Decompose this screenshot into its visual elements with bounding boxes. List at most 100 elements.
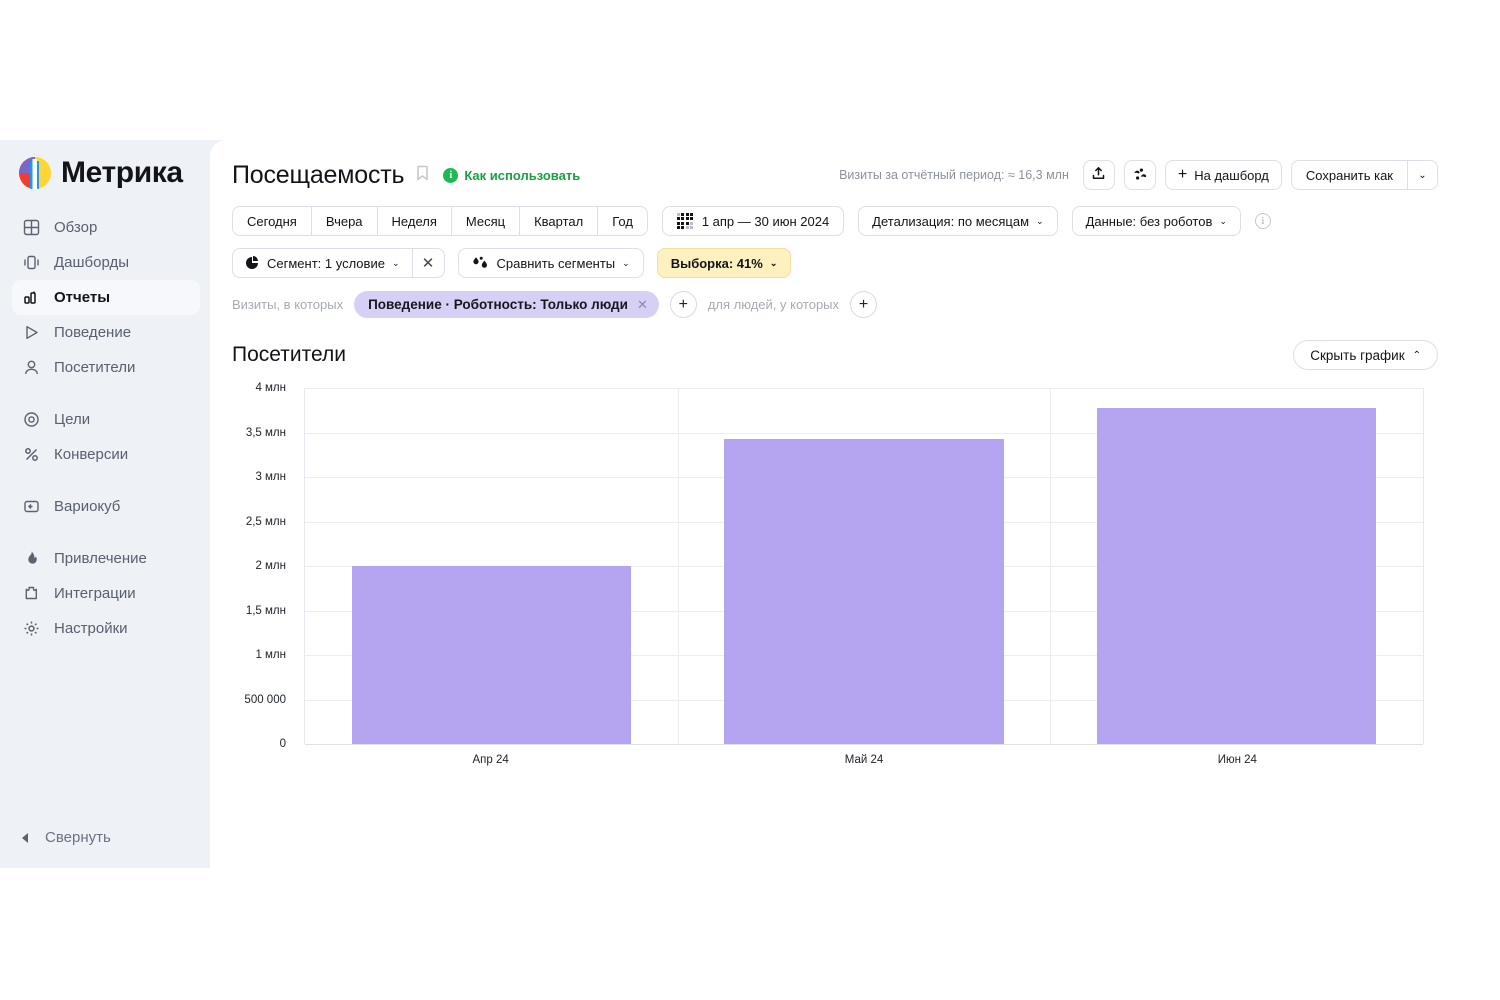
save-as-label: Сохранить как: [1306, 168, 1393, 183]
save-as-group: Сохранить как ⌄: [1291, 160, 1438, 190]
sidebar-item-label: Привлечение: [54, 550, 147, 567]
title-row: Посещаемость i Как использовать Визиты з…: [232, 158, 1438, 192]
date-preset-quarter[interactable]: Квартал: [519, 206, 597, 236]
save-as-button[interactable]: Сохранить как: [1291, 160, 1407, 190]
chevron-down-icon: ⌄: [1219, 217, 1227, 226]
condition-chip-label: Поведение · Роботность: Только люди: [368, 297, 628, 312]
filters-row: Сегодня Вчера Неделя Месяц Квартал Год 1…: [232, 206, 1438, 236]
sidebar-item-label: Дашборды: [54, 254, 129, 271]
date-range-label: 1 апр — 30 июн 2024: [702, 214, 829, 229]
y-axis-tick-label: 1 млн: [255, 649, 286, 661]
compare-button[interactable]: [1124, 160, 1156, 190]
play-icon: [22, 323, 41, 342]
compare-segments-button[interactable]: Сравнить сегменты ⌄: [458, 248, 644, 278]
date-preset-yesterday[interactable]: Вчера: [311, 206, 377, 236]
sidebar-item-label: Отчеты: [54, 289, 110, 306]
header-actions: Визиты за отчётный период: ≈ 16,3 млн: [839, 160, 1438, 190]
grid-icon: [22, 218, 41, 237]
category-separator: [678, 388, 679, 744]
hide-chart-button[interactable]: Скрыть график ⌃: [1293, 340, 1438, 370]
conditions-row: Визиты, в которых Поведение · Роботность…: [232, 291, 1438, 318]
calendar-icon: [677, 213, 693, 229]
sidebar-item-obzor[interactable]: Обзор: [12, 210, 200, 245]
compare-segments-icon: [472, 256, 489, 270]
chevron-down-icon: ⌄: [622, 259, 630, 268]
bookmark-icon[interactable]: [416, 165, 429, 187]
reports-icon: [22, 288, 41, 307]
app-window: Метрика Обзор Дашборды: [0, 140, 1460, 868]
close-icon[interactable]: ✕: [637, 297, 648, 313]
y-axis-tick-label: 3,5 млн: [246, 427, 286, 439]
y-axis-tick-label: 2 млн: [255, 560, 286, 572]
chart-container: 4 млн3,5 млн3 млн2,5 млн2 млн1,5 млн1 мл…: [232, 388, 1438, 768]
segment-clear-button[interactable]: ✕: [412, 248, 445, 278]
date-preset-label: Год: [612, 214, 633, 229]
metrika-logo-icon: [18, 156, 52, 190]
sidebar: Метрика Обзор Дашборды: [0, 140, 210, 868]
bar[interactable]: [1097, 408, 1377, 744]
date-preset-label: Сегодня: [247, 214, 297, 229]
export-button[interactable]: [1083, 160, 1115, 190]
segment-label: Сегмент: 1 условие: [267, 256, 385, 271]
sidebar-item-conversions[interactable]: Конверсии: [12, 437, 200, 472]
how-to-use-link[interactable]: i Как использовать: [443, 168, 580, 183]
category-separator: [1050, 388, 1051, 744]
sidebar-divider: [0, 472, 210, 489]
sidebar-item-label: Конверсии: [54, 446, 128, 463]
data-dropdown[interactable]: Данные: без роботов ⌄: [1072, 206, 1241, 236]
sidebar-item-label: Посетители: [54, 359, 135, 376]
date-preset-month[interactable]: Месяц: [451, 206, 519, 236]
info-icon[interactable]: i: [1255, 213, 1271, 229]
date-preset-year[interactable]: Год: [597, 206, 648, 236]
data-label: Данные: без роботов: [1086, 214, 1213, 229]
x-axis-tick-label: Май 24: [845, 754, 884, 766]
sidebar-item-goals[interactable]: Цели: [12, 402, 200, 437]
y-axis-tick-label: 4 млн: [255, 382, 286, 394]
sampling-label: Выборка: 41%: [671, 256, 763, 271]
date-preset-week[interactable]: Неделя: [377, 206, 451, 236]
sidebar-item-visitors[interactable]: Посетители: [12, 350, 200, 385]
sidebar-item-dashboards[interactable]: Дашборды: [12, 245, 200, 280]
add-people-condition-button[interactable]: +: [850, 291, 877, 318]
sidebar-item-settings[interactable]: Настройки: [12, 611, 200, 646]
detail-dropdown[interactable]: Детализация: по месяцам ⌄: [858, 206, 1057, 236]
bar[interactable]: [352, 566, 632, 744]
conditions-middle-label: для людей, у которых: [708, 297, 839, 312]
close-icon: ✕: [422, 254, 435, 272]
info-icon: i: [443, 168, 458, 183]
sidebar-item-reports[interactable]: Отчеты: [12, 280, 200, 315]
chart-header: Посетители Скрыть график ⌃: [232, 340, 1438, 370]
chevron-down-icon: ⌄: [392, 259, 400, 268]
y-axis-tick-label: 1,5 млн: [246, 605, 286, 617]
dashboards-icon: [22, 253, 41, 272]
date-preset-group: Сегодня Вчера Неделя Месяц Квартал Год: [232, 206, 648, 236]
segment-button[interactable]: Сегмент: 1 условие ⌄: [232, 248, 412, 278]
sidebar-item-behavior[interactable]: Поведение: [12, 315, 200, 350]
sampling-button[interactable]: Выборка: 41% ⌄: [657, 248, 792, 278]
bar[interactable]: [724, 439, 1004, 744]
pie-chart-icon: [245, 256, 259, 270]
chevron-down-icon: ⌄: [770, 259, 778, 268]
date-range-button[interactable]: 1 апр — 30 июн 2024: [662, 206, 844, 236]
sidebar-item-label: Интеграции: [54, 585, 136, 602]
sidebar-item-attraction[interactable]: Привлечение: [12, 541, 200, 576]
sidebar-divider: [0, 385, 210, 402]
gridline: [305, 388, 1423, 389]
gridline: [305, 744, 1423, 745]
condition-chip[interactable]: Поведение · Роботность: Только люди ✕: [354, 291, 659, 318]
collapse-sidebar-button[interactable]: Свернуть: [22, 829, 111, 846]
y-axis-tick-label: 3 млн: [255, 471, 286, 483]
page-title: Посещаемость: [232, 161, 404, 190]
sidebar-item-label: Цели: [54, 411, 90, 428]
add-to-dashboard-button[interactable]: + На дашборд: [1165, 160, 1282, 190]
add-to-dashboard-label: На дашборд: [1194, 168, 1269, 183]
sidebar-item-integrations[interactable]: Интеграции: [12, 576, 200, 611]
brand[interactable]: Метрика: [0, 152, 210, 210]
sidebar-item-variocube[interactable]: Вариокуб: [12, 489, 200, 524]
add-visit-condition-button[interactable]: +: [670, 291, 697, 318]
date-preset-label: Неделя: [392, 214, 437, 229]
compare-segments-label: Сравнить сегменты: [497, 256, 616, 271]
gear-icon: [22, 619, 41, 638]
date-preset-today[interactable]: Сегодня: [232, 206, 311, 236]
save-as-caret-button[interactable]: ⌄: [1407, 160, 1438, 190]
